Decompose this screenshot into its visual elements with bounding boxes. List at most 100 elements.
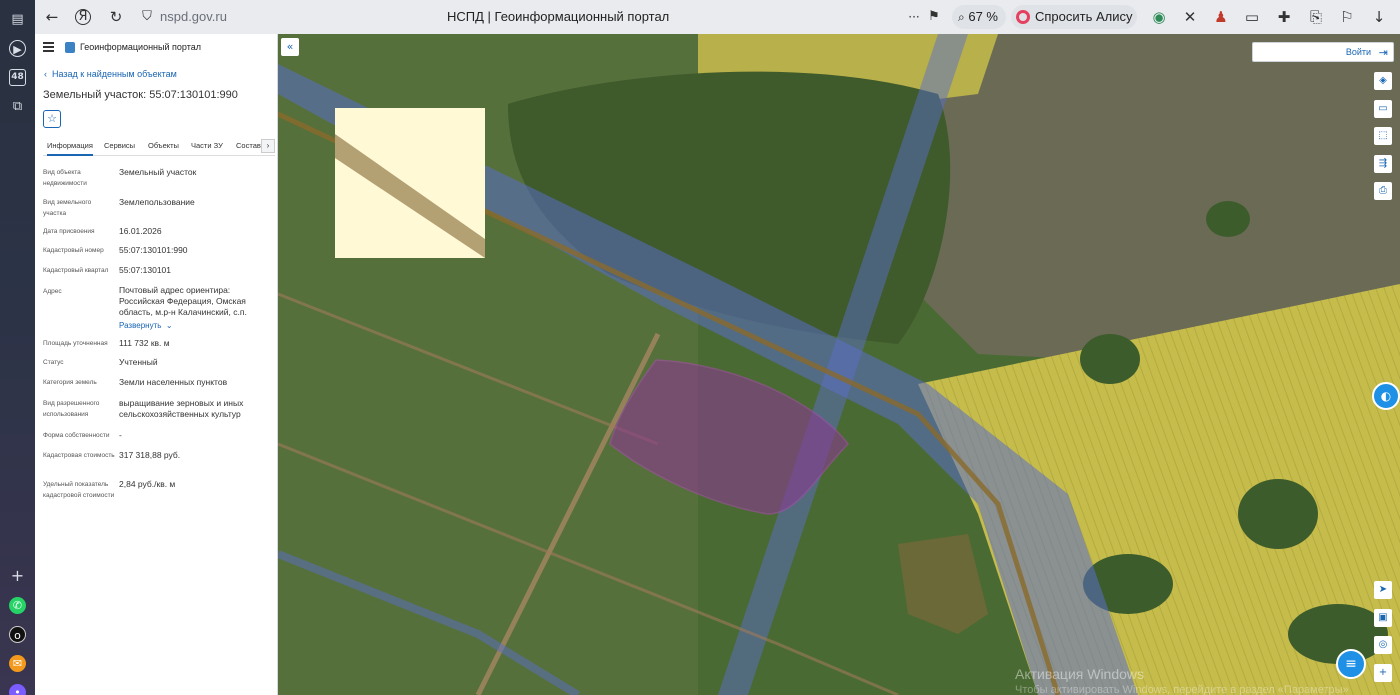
windows-activation-watermark: Активация Windows (1015, 666, 1145, 682)
row-value: 55:07:130101:990 (119, 245, 188, 255)
satellite-map[interactable] (278, 34, 1400, 695)
whatsapp-icon[interactable]: ✆ (9, 597, 26, 614)
portal-name: Геоинформационный портал (80, 42, 201, 52)
reload-icon[interactable]: ↻ (107, 8, 125, 26)
row-value: 111 732 кв. м (119, 338, 170, 348)
row-label: Дата присвоения (43, 228, 95, 235)
zoom-value: 67 % (968, 9, 998, 24)
zoom-in-button[interactable]: + (1374, 664, 1392, 682)
collapse-panel-button[interactable]: « (281, 38, 299, 56)
tab-objects[interactable]: Объекты (148, 141, 179, 150)
basemap-icon: ▣ (1378, 612, 1388, 623)
plus-icon: + (1378, 667, 1388, 678)
add-icon[interactable]: + (9, 567, 26, 584)
row-label: Кадастровый номер (43, 247, 104, 254)
locate-button[interactable]: ➤ (1374, 581, 1392, 599)
share-tool-button[interactable]: ⇶ (1374, 155, 1392, 173)
tree-cluster (1080, 334, 1140, 384)
address-bar-url[interactable]: nspd.gov.ru (160, 9, 227, 24)
tab-services[interactable]: Сервисы (104, 141, 135, 150)
login-icon: ⇥ (1378, 46, 1388, 59)
chat-button[interactable]: ≡ (1336, 649, 1366, 679)
play-icon[interactable]: ▶ (9, 40, 26, 57)
row-label: Кадастровая стоимость (43, 452, 115, 459)
browser-sidebar: ▤ ▶ 48 ⧉ + ✆ o ✉ • (0, 0, 35, 695)
page-title: Земельный участок: 55:07:130101:990 (43, 89, 238, 101)
row-value: - (119, 430, 122, 440)
more-dots-icon[interactable]: ··· (905, 8, 923, 26)
tab-title: НСПД | Геоинформационный портал (447, 9, 670, 24)
tab-parts[interactable]: Части ЗУ (191, 141, 223, 150)
expand-label: Развернуть (119, 321, 162, 330)
tabs-next-button[interactable]: › (261, 139, 275, 153)
extension-figure-icon[interactable]: ♟ (1212, 8, 1230, 26)
row-value: Землепользование (119, 197, 195, 207)
row-label: Адрес (43, 288, 62, 295)
login-button[interactable]: Войти ⇥ (1252, 42, 1394, 62)
app-icon[interactable]: o (9, 626, 26, 643)
row-label: Форма собственности (43, 432, 110, 439)
row-label: Вид земельного участка (43, 199, 92, 217)
geo-button[interactable]: ◎ (1374, 636, 1392, 654)
badge-icon[interactable]: 48 (9, 69, 26, 86)
browser-toolbar: ← Я ↻ ⛉ nspd.gov.ru НСПД | Геоинформацио… (35, 0, 1400, 48)
zoom-indicator[interactable]: ⌕ 67 % (952, 5, 1006, 29)
downloads-icon[interactable]: ↓ (1370, 8, 1388, 26)
chat-icon: ≡ (1345, 656, 1357, 672)
back-arrow-icon[interactable]: ← (43, 8, 61, 26)
yandex-icon[interactable]: Я (75, 9, 91, 25)
chevron-down-icon: ⌄ (161, 321, 173, 330)
star-icon: ☆ (47, 112, 57, 125)
translate-icon[interactable]: ⚐ (1338, 8, 1356, 26)
tab-info[interactable]: Информация (47, 141, 93, 156)
menu-icon[interactable] (43, 42, 54, 52)
row-value: 16.01.2026 (119, 226, 162, 236)
extra-app-icon[interactable]: • (9, 684, 26, 695)
ruler-icon: ▭ (1378, 103, 1388, 114)
share-icon: ⇶ (1378, 158, 1388, 169)
tabs-icon[interactable]: ▤ (9, 11, 26, 28)
mail-icon[interactable]: ✉ (9, 655, 26, 672)
app-root: ▤ ▶ 48 ⧉ + ✆ o ✉ • ← Я ↻ ⛉ nspd.gov.ru Н… (0, 0, 1400, 695)
gosuslugi-button[interactable]: ◐ (1372, 382, 1400, 410)
select-tool-button[interactable]: ⬚ (1374, 127, 1392, 145)
print-icon: ⎙ (1379, 185, 1387, 196)
extension-screen-icon[interactable]: ▭ (1243, 8, 1261, 26)
geo-icon: ◎ (1378, 639, 1388, 650)
extension-x-icon[interactable]: ✕ (1181, 8, 1199, 26)
bookmark-icon[interactable]: ⚑ (925, 8, 943, 26)
double-chevron-left-icon: « (286, 40, 294, 53)
map-canvas[interactable]: « Войти ⇥ ◈ ▭ ⬚ ⇶ ⎙ ◐ ➤ ▣ ◎ + ≡ Активаци… (278, 34, 1400, 695)
row-label: Категория земель (43, 379, 97, 386)
expand-address-link[interactable]: Развернуть ⌄ (119, 321, 173, 330)
select-icon: ⬚ (1378, 130, 1388, 141)
row-value: выращивание зерновых и иных сельскохозяй… (119, 398, 244, 419)
row-value: 317 318,88 руб. (119, 450, 181, 460)
basemap-button[interactable]: ▣ (1374, 609, 1392, 627)
ask-alice-button[interactable]: Спросить Алису AI (1011, 5, 1137, 48)
row-label: Удельный показатель кадастровой стоимост… (43, 481, 115, 499)
row-label: Вид объекта недвижимости (43, 169, 87, 187)
alice-icon (1016, 10, 1030, 24)
row-label: Вид разрешенного использования (43, 400, 100, 418)
row-value: Почтовый адрес ориентира: Российская Фед… (119, 285, 247, 317)
favorite-star-button[interactable]: ☆ (43, 110, 61, 128)
row-label: Статус (43, 359, 64, 366)
row-value: Земли населенных пунктов (119, 377, 228, 387)
ruler-tool-button[interactable]: ▭ (1374, 100, 1392, 118)
tab-composition[interactable]: Состав (236, 141, 261, 150)
window-icon[interactable]: ⧉ (9, 98, 26, 115)
collections-icon[interactable]: ⎘ (1307, 8, 1325, 26)
login-label: Войти (1345, 47, 1371, 57)
extension-shield-icon[interactable]: ◉ (1150, 8, 1168, 26)
security-shield-icon[interactable]: ⛉ (138, 8, 156, 26)
row-value: 55:07:130101 (119, 265, 171, 275)
extensions-puzzle-icon[interactable]: ✚ (1275, 8, 1293, 26)
back-to-results-link[interactable]: ‹ Назад к найденным объектам (44, 69, 177, 79)
print-tool-button[interactable]: ⎙ (1374, 182, 1392, 200)
tree-cluster (1238, 479, 1318, 549)
layers-icon: ◈ (1379, 75, 1387, 86)
layers-tool-button[interactable]: ◈ (1374, 72, 1392, 90)
info-tabs: Информация Сервисы Объекты Части ЗУ Сост… (43, 138, 275, 156)
back-link-label: Назад к найденным объектам (52, 69, 177, 79)
